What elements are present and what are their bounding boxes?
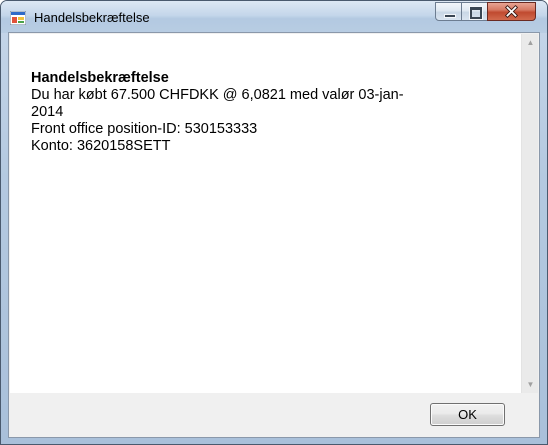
close-button[interactable]: [487, 2, 536, 21]
scroll-down-arrow-icon[interactable]: ▼: [522, 376, 539, 393]
minimize-icon: [444, 14, 456, 18]
dialog-window: Handelsbekræftelse Handelsbekræftelse Du…: [0, 0, 548, 445]
maximize-icon: [470, 7, 482, 19]
message-line-trade: Du har købt 67.500 CHFDKK @ 6,0821 med v…: [31, 87, 404, 120]
dialog-client-area: Handelsbekræftelse Du har købt 67.500 CH…: [8, 32, 540, 438]
title-bar[interactable]: Handelsbekræftelse: [1, 1, 547, 33]
scroll-up-arrow-icon[interactable]: ▲: [522, 34, 539, 51]
window-title: Handelsbekræftelse: [34, 10, 150, 25]
message-line-position-id: Front office position-ID: 530153333: [31, 121, 258, 137]
window-app-icon: [10, 11, 26, 25]
ok-button[interactable]: OK: [430, 403, 505, 426]
message-textbox[interactable]: Handelsbekræftelse Du har købt 67.500 CH…: [10, 34, 538, 393]
message-heading: Handelsbekræftelse: [31, 70, 169, 86]
vertical-scrollbar[interactable]: ▲ ▼: [521, 34, 538, 393]
message-text: Handelsbekræftelse Du har købt 67.500 CH…: [31, 70, 501, 155]
message-line-account: Konto: 3620158SETT: [31, 138, 171, 154]
close-icon: [504, 4, 519, 19]
maximize-button[interactable]: [461, 2, 488, 21]
minimize-button[interactable]: [435, 2, 462, 21]
